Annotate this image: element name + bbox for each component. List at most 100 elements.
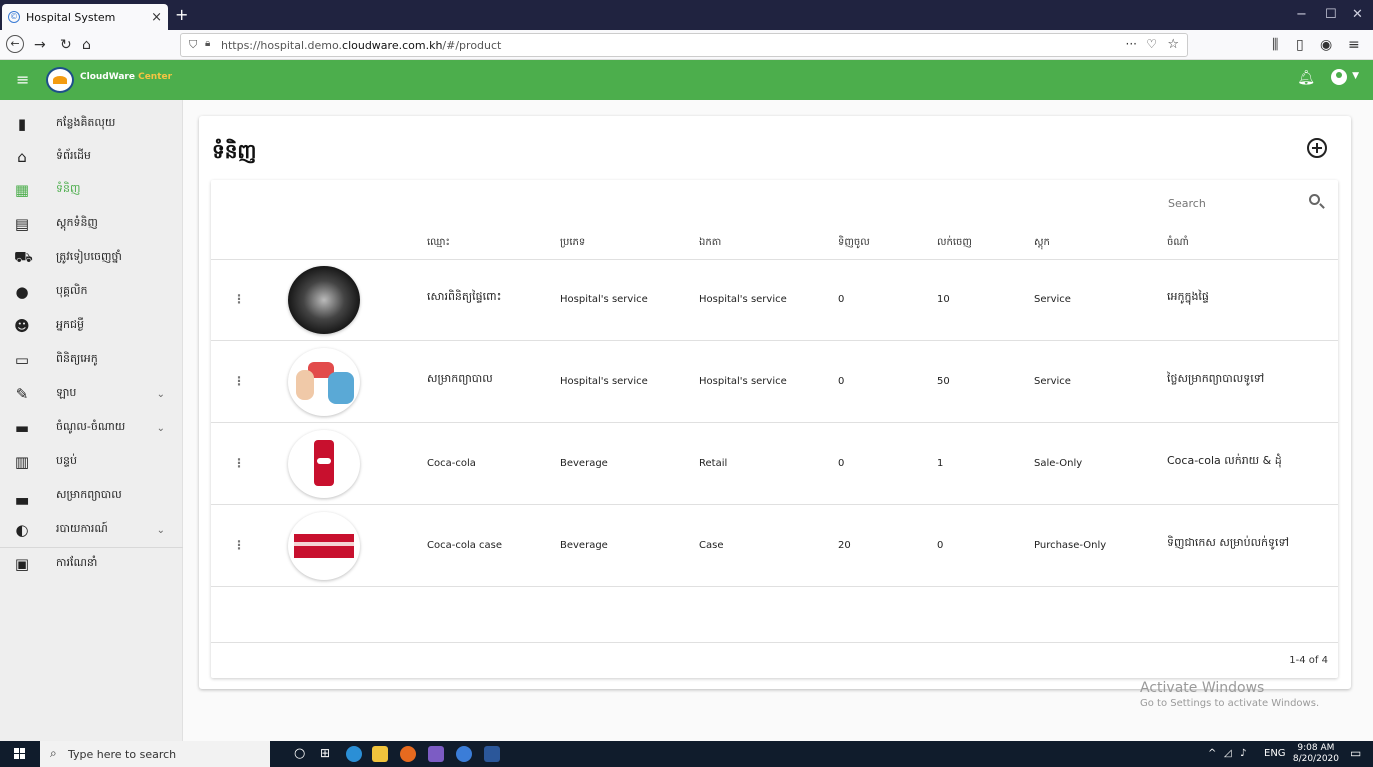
cell-sell: 10 [937,294,950,305]
home-icon[interactable]: ⌂ [82,37,91,53]
sidebar-item-9[interactable]: ✎ ឡាប ⌄ [0,377,183,411]
bookmark-star-icon[interactable]: ☆ [1167,37,1179,52]
library-icon[interactable]: ⫼ [1272,37,1278,53]
sidebar-item-10[interactable]: ▬ ចំណូល-ចំណាយ ⌄ [0,411,183,445]
firefox-icon[interactable] [400,746,416,762]
chevron-down-icon[interactable]: ⌄ [157,389,165,400]
minimize-icon[interactable]: − [1296,7,1307,22]
sidebar-item-14[interactable]: ▣ ការណែនាំ [0,547,183,581]
table-row[interactable]: ⋮ សម្រាកព្យាបាល Hospital's service Hospital… [211,342,1338,423]
page-title: ទំនិញ [212,139,257,163]
col-header-name[interactable]: ឈ្មោះ [427,235,450,250]
row-menu-icon[interactable]: ⋮ [233,374,245,388]
sidebar-item-13[interactable]: ◐ របាយការណ៍ ⌄ [0,513,183,547]
cell-type: Beverage [560,458,608,469]
system-clock[interactable]: 9:08 AM 8/20/2020 [1293,743,1339,765]
close-tab-icon[interactable]: × [151,10,162,25]
cart-icon: ⛟ [14,248,33,266]
app-icon[interactable] [428,746,444,762]
row-menu-icon[interactable]: ⋮ [233,538,245,552]
lock-icon[interactable]: 🔒︎ [205,38,210,49]
row-menu-icon[interactable]: ⋮ [233,456,245,470]
sidebar-item-3[interactable]: ▦ ទំនិញ [0,173,183,207]
notifications-icon[interactable]: ▭ [1350,746,1361,760]
cell-buy: 20 [838,540,851,551]
file-explorer-icon[interactable] [372,746,388,762]
col-header-buy[interactable]: ទិញចូល [838,235,870,250]
taskbar-search[interactable]: ⌕ Type here to search [40,741,270,767]
wallet-icon: ▬ [14,419,30,437]
maximize-icon[interactable]: ☐ [1325,7,1337,22]
sidebar-item-5[interactable]: ⛟ ត្រូវទៀបចេញថ្នាំ [0,241,183,275]
close-window-icon[interactable]: ✕ [1352,7,1363,22]
col-header-sell[interactable]: លក់ចេញ [937,235,972,250]
cell-name: សម្រាកព្យាបាល [427,372,493,385]
forward-icon[interactable]: → [34,37,46,53]
table-row[interactable]: ⋮ Coca-cola Beverage Retail 0 1 Sale-Only Coca-… [211,424,1338,505]
user-avatar-icon[interactable] [1331,69,1347,85]
warehouse-icon: ▤ [14,215,30,233]
sidebar-item-8[interactable]: ▭ ពិនិត្យអេកូ [0,343,183,377]
chevron-down-icon[interactable]: ⌄ [157,423,165,434]
sidebar-item-label: ត្រូវទៀបចេញថ្នាំ [56,250,122,263]
volume-icon[interactable]: ♪ [1240,748,1246,759]
sidebar-item-label: ស្តុកទំនិញ [56,216,98,229]
tray-chevron-icon[interactable]: ^ [1208,748,1216,759]
taskbar-search-placeholder: Type here to search [68,748,177,761]
reload-icon[interactable]: ↻ [60,37,72,53]
cortana-icon[interactable]: ○ [294,746,305,761]
language-indicator[interactable]: ENG [1264,748,1286,759]
table-row[interactable]: ⋮ សោរពិនិត្យផ្ទៃពោះ Hospital's service Hosp… [211,260,1338,341]
menu-icon[interactable]: ≡ [1348,37,1360,53]
home-icon: ⌂ [17,148,27,166]
chevron-down-icon[interactable]: ⌄ [157,525,165,536]
new-tab-button[interactable]: + [175,5,188,24]
back-icon[interactable]: ← [6,35,24,53]
bed-icon: ▃ [16,487,28,505]
sidebar-item-4[interactable]: ▤ ស្តុកទំនិញ [0,207,183,241]
sidebar-item-label: បន្ទប់ [56,454,77,467]
task-view-icon[interactable]: ⊞ [320,746,330,760]
browser-tab[interactable]: © Hospital System × [2,4,168,30]
sidebar-item-2[interactable]: ⌂ ទំព័រដើម [0,140,183,174]
cell-type: Hospital's service [560,376,648,387]
hamburger-menu-icon[interactable]: ≡ [16,70,29,89]
sidebar-item-6[interactable]: ● បុគ្គលិក [0,275,183,309]
product-table: ឈ្មោះ ប្រភេទ ឯកតា ទិញចូល លក់ចេញ ស្តុក ចំ… [211,180,1338,678]
browser-nav-bar: ← → ↻ ⌂ ⛉ 🔒︎ https://hospital.demo.cloud… [0,30,1373,60]
logo-text[interactable]: CloudWare Center [80,72,172,82]
col-header-unit[interactable]: ឯកតា [699,235,721,250]
cell-unit: Hospital's service [699,294,787,305]
col-header-stock[interactable]: ស្តុក [1034,235,1050,250]
table-row[interactable]: ⋮ Coca-cola case Beverage Case 20 0 Purchase-O… [211,506,1338,587]
bell-icon[interactable]: 🔔︎ [1297,70,1315,86]
sidebar-item-7[interactable]: ☻ អ្នកជម្ងឺ [0,309,183,343]
col-header-type[interactable]: ប្រភេទ [560,235,585,250]
caret-down-icon[interactable]: ▼ [1352,71,1359,81]
logo-icon[interactable] [46,67,74,93]
address-bar[interactable]: ⛉ 🔒︎ https://hospital.demo.cloudware.com… [180,33,1188,57]
page-actions-icon[interactable]: ··· [1126,37,1137,51]
coca-cola-case-image [288,512,360,580]
sidebar-toggle-icon[interactable]: ▯ [1296,37,1304,53]
telegram-icon[interactable] [456,746,472,762]
row-menu-icon[interactable]: ⋮ [233,292,245,306]
cell-note: អេកូក្នុងផ្ទៃ [1167,290,1209,303]
windows-start-icon[interactable] [14,748,26,760]
guide-icon: ▣ [14,555,30,573]
sidebar-item-1[interactable]: ▮ កន្លែងគិតលុយ [0,107,183,141]
network-icon[interactable]: ◿ [1224,748,1232,759]
search-input[interactable] [1168,197,1228,210]
sidebar-item-11[interactable]: ▥ បន្ទប់ [0,445,183,479]
sidebar-item-12[interactable]: ▃ សម្រាកព្យាបាល [0,479,183,513]
shield-icon[interactable]: ⛉ [189,38,197,52]
pocket-icon[interactable]: ♡ [1146,37,1157,51]
add-product-button[interactable] [1307,138,1327,158]
url-text[interactable]: https://hospital.demo.cloudware.com.kh/#… [221,39,501,52]
product-card: ទំនិញ ឈ្មោះ ប្រភេទ ឯកតា ទិញចូល លក់ចេញ ស្… [199,116,1351,689]
edge-icon[interactable] [346,746,362,762]
word-icon[interactable] [484,746,500,762]
account-icon[interactable]: ◉ [1320,37,1332,53]
col-header-note[interactable]: ចំណាំ [1167,235,1189,250]
search-icon[interactable] [1309,194,1320,205]
